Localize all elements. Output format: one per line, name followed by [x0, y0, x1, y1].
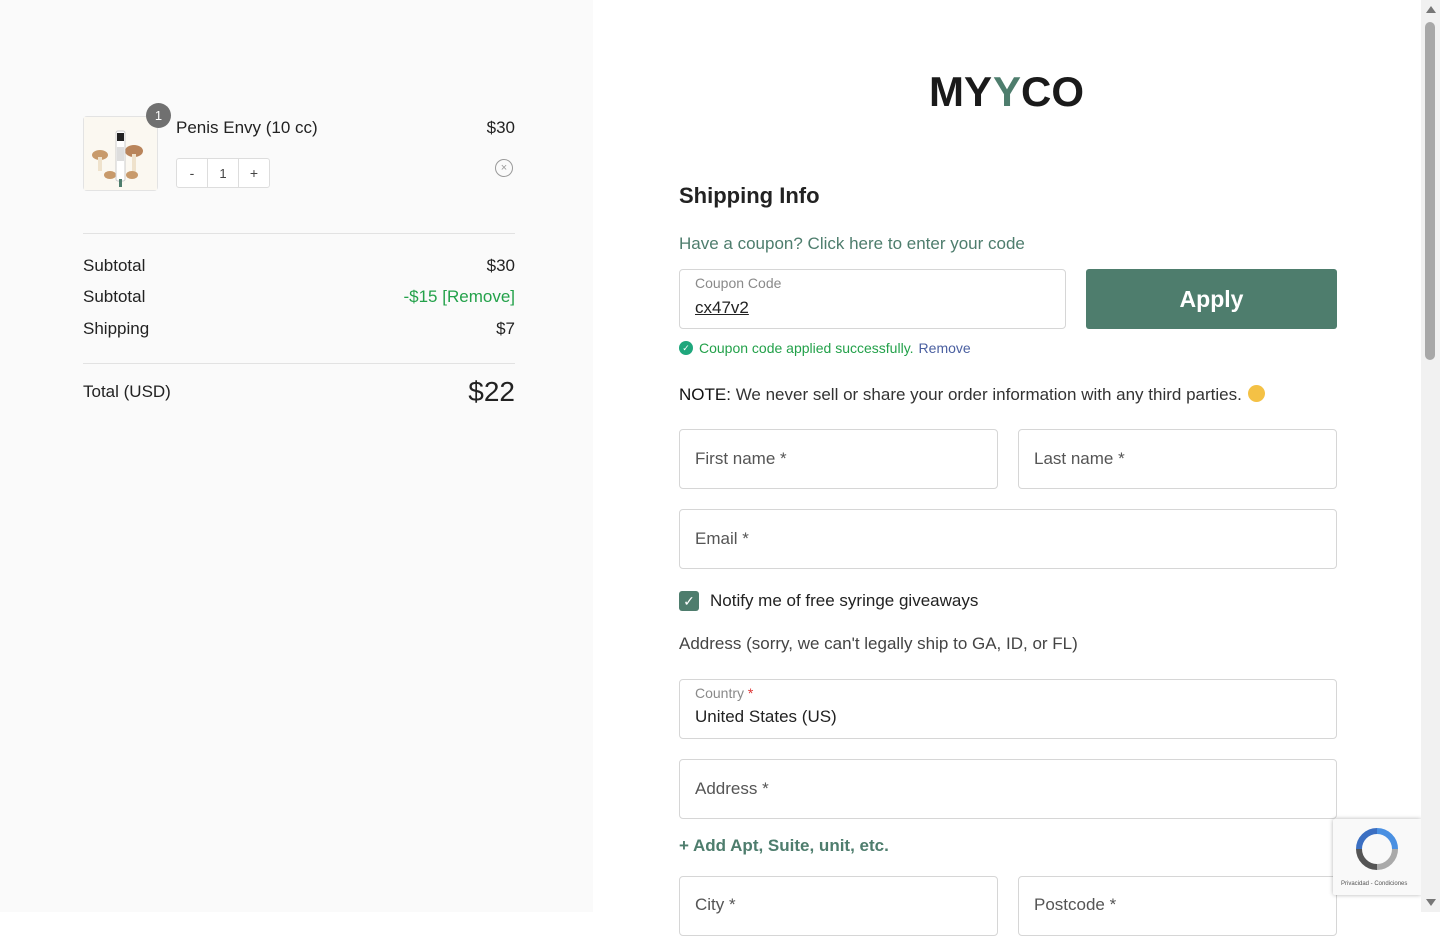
coupon-remove-link[interactable]: Remove — [919, 340, 971, 356]
postcode-field[interactable]: Postcode * — [1018, 876, 1337, 936]
divider — [83, 363, 515, 364]
notify-checkbox[interactable]: ✓ — [679, 591, 699, 611]
recaptcha-footer[interactable]: Privacidad - Condiciones — [1341, 881, 1407, 887]
discount-row: Subtotal -$15 [Remove] — [83, 287, 515, 307]
privacy-note: NOTE: We never sell or share your order … — [679, 385, 1265, 405]
coupon-success-text: Coupon code applied successfully. — [699, 340, 914, 356]
myyco-logo-icon: MY Y CO — [929, 68, 1084, 115]
order-summary-panel: 1 Penis Envy (10 cc) $30 - 1 + × Subtota… — [0, 0, 593, 912]
subtotal-row: Subtotal $30 — [83, 256, 515, 276]
first-name-field[interactable]: First name * — [679, 429, 998, 489]
check-circle-icon: ✓ — [679, 341, 693, 355]
address-note: Address (sorry, we can't legally ship to… — [679, 634, 1078, 653]
shipping-label: Shipping — [83, 319, 150, 338]
product-name: Penis Envy (10 cc) — [176, 118, 318, 137]
country-label-text: Country — [695, 685, 745, 701]
address-input[interactable]: Address * — [695, 779, 769, 799]
subtotal-value: $30 — [486, 256, 515, 275]
coupon-code-label: Coupon Code — [695, 275, 782, 291]
country-value: United States (US) — [695, 707, 837, 726]
first-name-input[interactable]: First name * — [695, 449, 787, 469]
last-name-field[interactable]: Last name * — [1018, 429, 1337, 489]
last-name-input[interactable]: Last name * — [1034, 449, 1125, 469]
notify-label[interactable]: Notify me of free syringe giveaways — [710, 591, 978, 611]
discount-label: Subtotal — [83, 287, 146, 306]
city-input[interactable]: City * — [695, 895, 736, 915]
coupon-code-input[interactable]: cx47v2 — [695, 298, 749, 318]
logo-my: MY — [929, 69, 992, 113]
country-label: Country * — [695, 685, 753, 701]
recaptcha-icon — [1356, 828, 1398, 870]
required-marker: * — [747, 685, 754, 701]
recaptcha-badge[interactable]: Privacidad - Condiciones — [1333, 819, 1421, 895]
scrollbar-thumb[interactable] — [1425, 22, 1435, 360]
shipping-row: Shipping $7 — [83, 319, 515, 339]
logo-y: Y — [993, 69, 1021, 113]
total-label: Total (USD) — [83, 382, 171, 401]
divider — [83, 233, 515, 234]
add-apt-link[interactable]: + Add Apt, Suite, unit, etc. — [679, 836, 889, 856]
address-field[interactable]: Address * — [679, 759, 1337, 819]
scroll-down-arrow-icon[interactable] — [1426, 899, 1436, 906]
email-field[interactable]: Email * — [679, 509, 1337, 569]
product-thumbnail — [83, 116, 158, 191]
cart-line-item: 1 Penis Envy (10 cc) $30 - 1 + × — [83, 103, 515, 192]
note-label: NOTE: — [679, 385, 731, 404]
page-scrollbar[interactable] — [1421, 0, 1440, 912]
qty-decrement-button[interactable]: - — [177, 159, 207, 187]
coupon-toggle-link[interactable]: Have a coupon? Click here to enter your … — [679, 234, 1025, 254]
product-price: $30 — [486, 118, 515, 137]
coupon-code-field[interactable]: Coupon Code cx47v2 — [679, 269, 1066, 329]
note-text: We never sell or share your order inform… — [735, 385, 1242, 404]
quantity-badge: 1 — [146, 103, 171, 128]
coupon-success-message: ✓ Coupon code applied successfully. Remo… — [679, 340, 971, 356]
qty-increment-button[interactable]: + — [239, 159, 269, 187]
city-field[interactable]: City * — [679, 876, 998, 936]
total-row: Total (USD) $22 — [83, 375, 515, 409]
remove-item-icon[interactable]: × — [495, 159, 513, 177]
apply-coupon-button[interactable]: Apply — [1086, 269, 1337, 329]
discount-remove-link[interactable]: [Remove] — [442, 287, 515, 306]
page-title: Shipping Info — [679, 183, 820, 208]
subtotal-label: Subtotal — [83, 256, 146, 275]
email-input[interactable]: Email * — [695, 529, 749, 549]
smile-emoji-icon — [1247, 385, 1265, 402]
quantity-stepper: - 1 + — [176, 158, 270, 188]
country-select[interactable]: Country * United States (US) — [679, 679, 1337, 739]
total-value: $22 — [468, 376, 515, 407]
shipping-value: $7 — [496, 319, 515, 338]
product-image-icon — [84, 117, 157, 190]
postcode-input[interactable]: Postcode * — [1034, 895, 1116, 915]
scroll-up-arrow-icon[interactable] — [1426, 6, 1436, 13]
logo-co: CO — [1021, 69, 1084, 113]
brand-logo[interactable]: MY Y CO — [929, 68, 1089, 115]
discount-value: -$15 — [403, 287, 438, 306]
qty-input[interactable]: 1 — [207, 159, 239, 187]
